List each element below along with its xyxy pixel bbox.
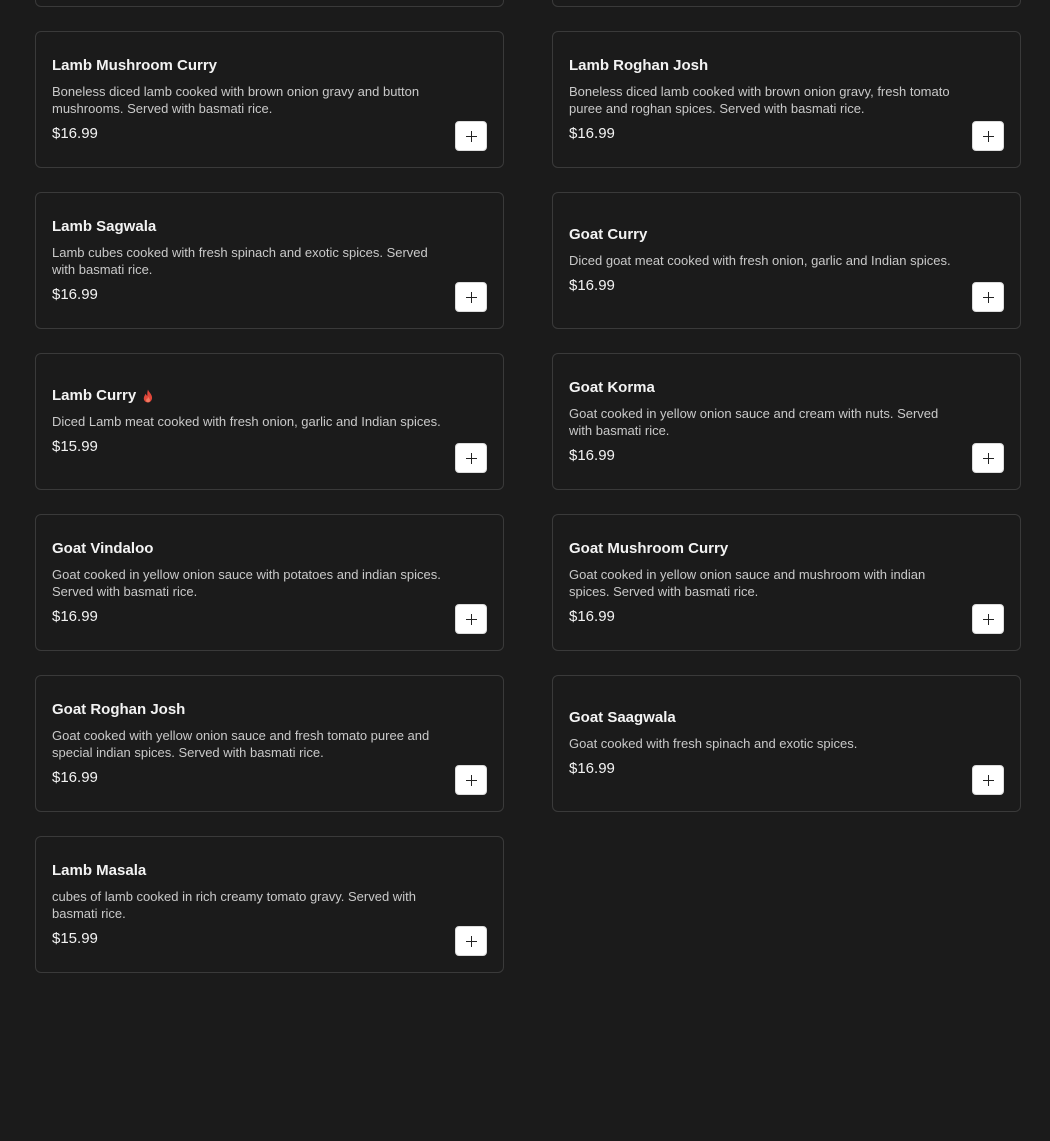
plus-icon [982, 452, 994, 464]
item-name-text: Goat Vindaloo [52, 539, 154, 557]
item-name: Goat Korma [569, 379, 964, 397]
item-description: cubes of lamb cooked in rich creamy toma… [52, 888, 416, 921]
plus-icon [465, 935, 477, 947]
item-name: Lamb Sagwala [52, 218, 447, 236]
menu-item-card[interactable]: Lamb Roghan Josh Boneless diced lamb coo… [552, 31, 1021, 168]
item-name-text: Lamb Sagwala [52, 217, 157, 235]
item-price: $16.99 [569, 277, 615, 294]
item-price: $16.99 [52, 285, 98, 303]
add-to-cart-button[interactable] [455, 121, 487, 151]
plus-icon [465, 291, 477, 303]
item-description: Diced Lamb meat cooked with fresh onion,… [52, 414, 441, 429]
menu-item-card[interactable]: Lamb Curry Diced Lamb meat cooked with f… [35, 353, 504, 490]
item-name-text: Lamb Roghan Josh [569, 56, 709, 74]
plus-icon [982, 291, 994, 303]
item-name-text: Goat Mushroom Curry [569, 539, 729, 557]
add-to-cart-button[interactable] [972, 282, 1004, 312]
item-name-text: Goat Roghan Josh [52, 700, 186, 718]
menu-item-card[interactable]: Lamb Mushroom Curry Boneless diced lamb … [35, 31, 504, 168]
menu-item-card[interactable]: Goat Roghan Josh Goat cooked with yellow… [35, 675, 504, 812]
add-to-cart-button[interactable] [972, 121, 1004, 151]
plus-icon [982, 613, 994, 625]
flame-icon [143, 389, 153, 403]
add-to-cart-button[interactable] [972, 765, 1004, 795]
menu-page: Lamb Mushroom Curry Boneless diced lamb … [0, 0, 1050, 1141]
plus-icon [465, 452, 477, 464]
menu-item-card[interactable]: Lamb Sagwala Lamb cubes cooked with fres… [35, 192, 504, 329]
item-description: Goat cooked with fresh spinach and exoti… [569, 736, 858, 751]
item-price: $15.99 [52, 438, 98, 455]
add-to-cart-button[interactable] [972, 604, 1004, 634]
item-name-text: Lamb Masala [52, 861, 147, 879]
item-name-text: Lamb Mushroom Curry [52, 56, 218, 74]
menu-item-card[interactable]: Lamb Masala cubes of lamb cooked in rich… [35, 836, 504, 973]
item-description: Goat cooked with yellow onion sauce and … [52, 727, 430, 760]
item-price: $16.99 [569, 607, 615, 625]
item-name: Goat Curry [569, 226, 964, 244]
item-description: Boneless diced lamb cooked with brown on… [569, 83, 950, 116]
item-name-text: Lamb Curry [52, 387, 137, 404]
item-description: Goat cooked in yellow onion sauce and cr… [569, 405, 939, 438]
item-price: $16.99 [569, 760, 615, 777]
item-price: $16.99 [569, 446, 615, 464]
add-to-cart-button[interactable] [455, 765, 487, 795]
item-description: Diced goat meat cooked with fresh onion,… [569, 253, 951, 268]
item-price: $16.99 [52, 607, 98, 625]
item-name-text: Goat Saagwala [569, 709, 676, 726]
menu-item-card[interactable]: Goat Vindaloo Goat cooked in yellow onio… [35, 514, 504, 651]
plus-icon [465, 613, 477, 625]
menu-item-card-partial[interactable] [35, 0, 504, 7]
item-name: Lamb Masala [52, 862, 447, 880]
item-name: Lamb Mushroom Curry [52, 57, 447, 75]
add-to-cart-button[interactable] [455, 604, 487, 634]
menu-item-card-partial[interactable] [552, 0, 1021, 7]
menu-item-card[interactable]: Goat Mushroom Curry Goat cooked in yello… [552, 514, 1021, 651]
item-name: Goat Roghan Josh [52, 701, 447, 719]
plus-icon [982, 774, 994, 786]
item-name: Goat Saagwala [569, 709, 964, 727]
item-price: $16.99 [52, 768, 98, 786]
menu-item-card[interactable]: Goat Saagwala Goat cooked with fresh spi… [552, 675, 1021, 812]
add-to-cart-button[interactable] [455, 926, 487, 956]
item-name: Goat Mushroom Curry [569, 540, 964, 558]
item-description: Boneless diced lamb cooked with brown on… [52, 83, 420, 116]
menu-item-card[interactable]: Goat Korma Goat cooked in yellow onion s… [552, 353, 1021, 490]
menu-item-card[interactable]: Goat Curry Diced goat meat cooked with f… [552, 192, 1021, 329]
plus-icon [465, 130, 477, 142]
item-description: Goat cooked in yellow onion sauce and mu… [569, 566, 926, 599]
item-description: Lamb cubes cooked with fresh spinach and… [52, 244, 428, 277]
plus-icon [465, 774, 477, 786]
plus-icon [982, 130, 994, 142]
item-name: Lamb Roghan Josh [569, 57, 964, 75]
add-to-cart-button[interactable] [455, 282, 487, 312]
item-price: $16.99 [569, 124, 615, 142]
item-price: $16.99 [52, 124, 98, 142]
item-name-text: Goat Korma [569, 378, 655, 396]
item-price: $15.99 [52, 929, 98, 947]
add-to-cart-button[interactable] [455, 443, 487, 473]
item-name: Goat Vindaloo [52, 540, 447, 558]
add-to-cart-button[interactable] [972, 443, 1004, 473]
item-name-text: Goat Curry [569, 226, 648, 243]
item-description: Goat cooked in yellow onion sauce with p… [52, 566, 441, 599]
item-name: Lamb Curry [52, 387, 447, 405]
